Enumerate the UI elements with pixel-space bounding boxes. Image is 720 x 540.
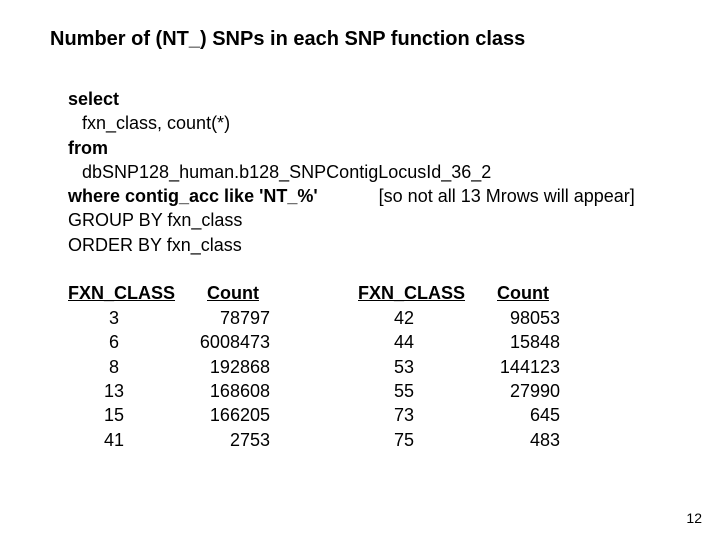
table-row: 44 [358, 330, 478, 354]
sql-block: select fxn_class, count(*) from dbSNP128… [68, 87, 670, 257]
table-left: FXN_CLASS 3 6 8 13 15 41 Count 78797 600… [68, 283, 288, 452]
sql-where: where contig_acc like 'NT_%' [68, 186, 318, 206]
hdr-count: Count [188, 283, 288, 304]
table-row: 55 [358, 379, 478, 403]
table-row: 168608 [188, 379, 288, 403]
table-row: 8 [68, 355, 188, 379]
table-row: 192868 [188, 355, 288, 379]
slide: Number of (NT_) SNPs in each SNP functio… [0, 0, 720, 540]
table-row: 73 [358, 403, 478, 427]
table-row: 144123 [478, 355, 578, 379]
table-row: 6008473 [188, 330, 288, 354]
slide-body: select fxn_class, count(*) from dbSNP128… [50, 87, 670, 452]
table-row: 15 [68, 403, 188, 427]
table-row: 2753 [188, 428, 288, 452]
hdr-fxn: FXN_CLASS [68, 283, 188, 304]
table-row: 3 [68, 306, 188, 330]
sql-order: ORDER BY fxn_class [68, 235, 242, 255]
col-count-right: Count 98053 15848 144123 27990 645 483 [478, 283, 578, 452]
sql-from: from [68, 138, 108, 158]
table-row: 53 [358, 355, 478, 379]
table-row: 15848 [478, 330, 578, 354]
table-row: 166205 [188, 403, 288, 427]
table-row: 98053 [478, 306, 578, 330]
col-fxn-right: FXN_CLASS 42 44 53 55 73 75 [358, 283, 478, 452]
hdr-count: Count [478, 283, 578, 304]
sql-note: [so not all 13 Mrows will appear] [323, 186, 635, 206]
col-count-left: Count 78797 6008473 192868 168608 166205… [188, 283, 288, 452]
table-row: 483 [478, 428, 578, 452]
result-tables: FXN_CLASS 3 6 8 13 15 41 Count 78797 600… [68, 283, 670, 452]
table-row: 75 [358, 428, 478, 452]
sql-select: select [68, 89, 119, 109]
sql-columns: fxn_class, count(*) [68, 111, 230, 135]
table-row: 13 [68, 379, 188, 403]
page-title: Number of (NT_) SNPs in each SNP functio… [50, 28, 670, 51]
table-row: 6 [68, 330, 188, 354]
sql-group: GROUP BY fxn_class [68, 210, 242, 230]
page-number: 12 [686, 510, 702, 526]
table-row: 27990 [478, 379, 578, 403]
table-row: 42 [358, 306, 478, 330]
table-row: 41 [68, 428, 188, 452]
sql-table: dbSNP128_human.b128_SNPContigLocusId_36_… [68, 160, 491, 184]
hdr-fxn: FXN_CLASS [358, 283, 478, 304]
table-row: 78797 [188, 306, 288, 330]
col-fxn-left: FXN_CLASS 3 6 8 13 15 41 [68, 283, 188, 452]
table-row: 645 [478, 403, 578, 427]
table-right: FXN_CLASS 42 44 53 55 73 75 Count 98053 … [358, 283, 578, 452]
